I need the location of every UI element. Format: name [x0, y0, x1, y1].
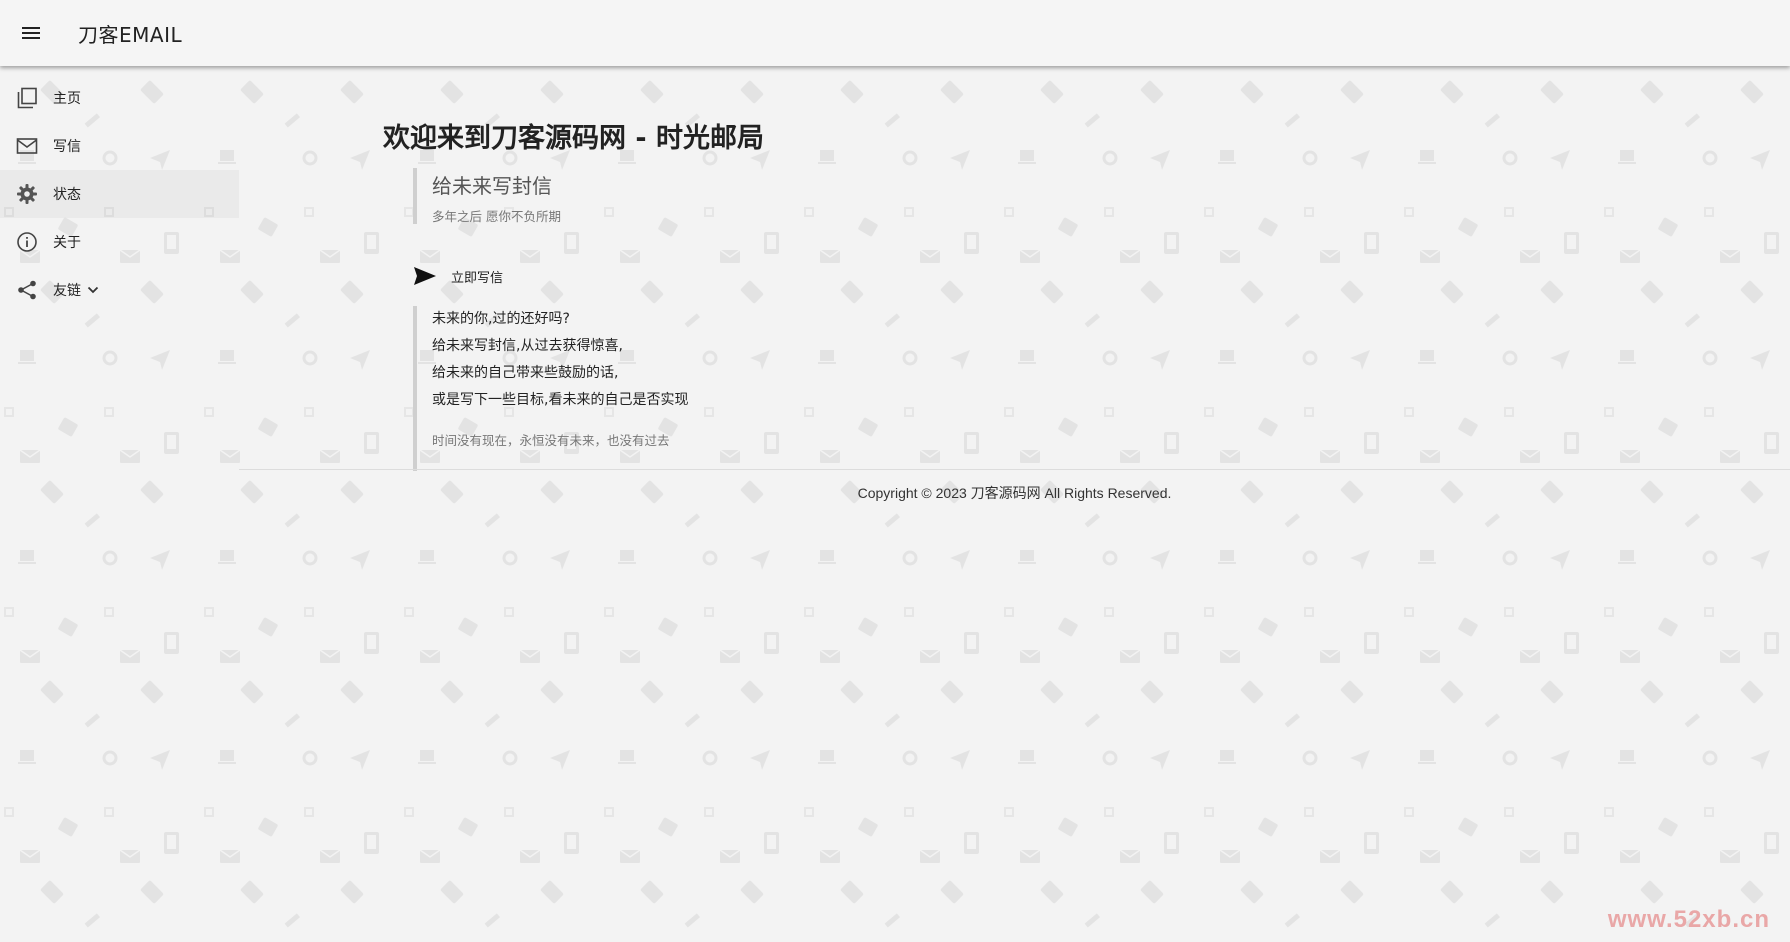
sidebar-item-label: 状态 — [53, 187, 81, 203]
menu-button[interactable] — [0, 0, 62, 66]
footer-divider — [239, 469, 1790, 470]
quote-line: 未来的你,过的还好吗? — [432, 311, 570, 327]
sidebar-item-links[interactable]: 友链 — [0, 266, 239, 314]
sidebar-item-label: 友链 — [53, 283, 81, 299]
copyright-text: Copyright © 2023 刀客源码网 All Rights Reserv… — [857, 485, 1172, 501]
write-now-label: 立即写信 — [451, 270, 504, 286]
message-quote: 未来的你,过的还好吗? 给未来写封信,从过去获得惊喜, 给未来的自己带来些鼓励的… — [413, 306, 813, 471]
chevron-down-icon — [87, 285, 99, 295]
sidebar-item-write[interactable]: 写信 — [0, 122, 239, 170]
sidebar-item-label: 写信 — [53, 139, 81, 155]
pages-icon — [14, 86, 40, 110]
sidebar: 主页 写信 状态 关于 友链 — [0, 66, 239, 942]
gear-icon — [14, 182, 40, 206]
share-icon — [14, 278, 40, 302]
quote-line: 给未来写封信,从过去获得惊喜, — [432, 338, 623, 354]
sidebar-item-label: 主页 — [53, 91, 81, 107]
sidebar-item-status[interactable]: 状态 — [0, 170, 239, 218]
sidebar-item-about[interactable]: 关于 — [0, 218, 239, 266]
sidebar-item-label: 关于 — [53, 235, 81, 251]
sidebar-item-home[interactable]: 主页 — [0, 74, 239, 122]
quote-subtitle: 多年之后 愿你不负所期 — [432, 209, 561, 224]
quote-line: 给未来的自己带来些鼓励的话, — [432, 365, 619, 381]
intro-quote: 给未来写封信 多年之后 愿你不负所期 — [413, 168, 773, 224]
write-now-button[interactable]: 立即写信 — [413, 263, 503, 289]
page-title: 欢迎来到刀客源码网 - 时光邮局 — [383, 123, 765, 154]
quote-title: 给未来写封信 — [432, 174, 552, 198]
menu-icon — [22, 27, 40, 39]
background-pattern — [0, 0, 1790, 942]
info-icon — [14, 230, 40, 254]
send-icon — [414, 267, 436, 285]
mail-icon — [14, 134, 40, 158]
watermark-text: www.52xb.cn — [1607, 906, 1770, 933]
app-bar: 刀客EMAIL — [0, 0, 1790, 66]
quote-footer: 时间没有现在，永恒没有未来，也没有过去 — [432, 433, 670, 448]
quote-line: 或是写下一些目标,看未来的自己是否实现 — [432, 392, 689, 408]
app-title[interactable]: 刀客EMAIL — [78, 19, 182, 48]
